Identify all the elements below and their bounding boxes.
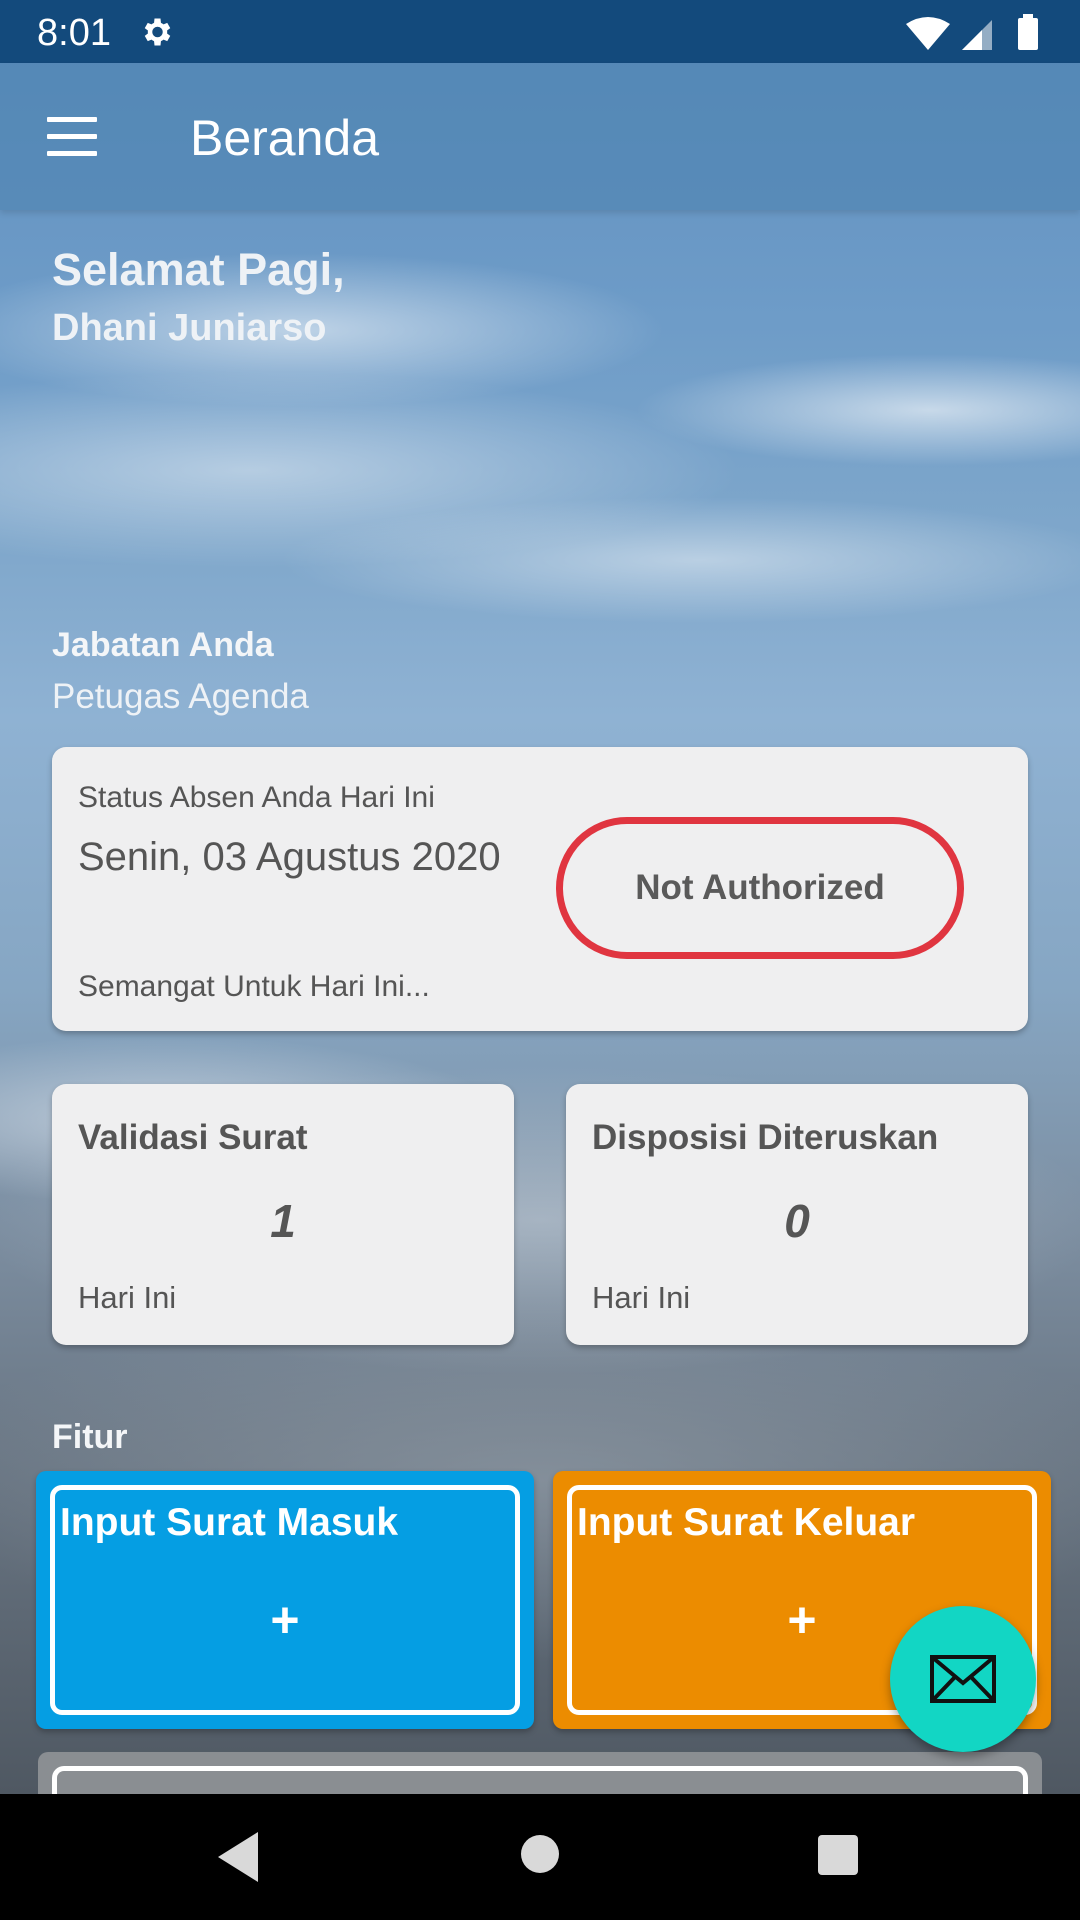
- attendance-card: Status Absen Anda Hari Ini Senin, 03 Agu…: [52, 747, 1028, 1031]
- position-value: Petugas Agenda: [52, 677, 309, 716]
- feature-title: Input Surat Masuk: [60, 1501, 399, 1544]
- back-icon[interactable]: [214, 1830, 260, 1884]
- feature-title: Input Surat Keluar: [577, 1501, 916, 1544]
- attendance-date: Senin, 03 Agustus 2020: [78, 835, 501, 879]
- plus-icon: +: [270, 1592, 300, 1648]
- system-nav-bar: [0, 1794, 1080, 1920]
- stat-subtitle: Hari Ini: [78, 1280, 177, 1315]
- gear-icon: [144, 18, 171, 46]
- app-toolbar: Beranda: [0, 63, 1080, 210]
- attendance-footer: Semangat Untuk Hari Ini...: [78, 970, 430, 1003]
- status-bar: 8:01: [0, 0, 1080, 63]
- stat-title: Disposisi Diteruskan: [592, 1118, 939, 1157]
- user-name: Dhani Juniarso: [52, 307, 327, 349]
- attendance-status-badge[interactable]: Not Authorized: [556, 817, 964, 959]
- stat-value: 0: [784, 1195, 810, 1247]
- stat-title: Validasi Surat: [78, 1118, 308, 1157]
- stat-card-validasi-surat[interactable]: Validasi Surat 1 Hari Ini: [52, 1084, 514, 1345]
- input-surat-masuk-button[interactable]: Input Surat Masuk +: [36, 1471, 534, 1729]
- compose-fab[interactable]: [890, 1606, 1036, 1752]
- mail-icon: [930, 1655, 996, 1703]
- greeting-text: Selamat Pagi,: [52, 244, 345, 295]
- home-icon[interactable]: [521, 1835, 559, 1873]
- wifi-icon: [906, 17, 950, 50]
- battery-icon: [1018, 14, 1038, 50]
- status-icons: [906, 14, 1038, 50]
- position-label: Jabatan Anda: [52, 626, 274, 664]
- attendance-status-text: Not Authorized: [635, 868, 885, 907]
- page-title: Beranda: [190, 110, 380, 166]
- attendance-title: Status Absen Anda Hari Ini: [78, 781, 435, 814]
- stat-card-disposisi-diteruskan[interactable]: Disposisi Diteruskan 0 Hari Ini: [566, 1084, 1028, 1345]
- signal-icon: [962, 20, 992, 50]
- stat-value: 1: [270, 1195, 296, 1247]
- status-time: 8:01: [37, 12, 111, 54]
- stat-subtitle: Hari Ini: [592, 1280, 691, 1315]
- recent-apps-icon[interactable]: [818, 1835, 858, 1875]
- menu-icon[interactable]: [47, 117, 99, 157]
- screen: 8:01 Beranda Selamat Pagi, Dhani Juniars…: [0, 0, 1080, 1920]
- features-section-label: Fitur: [52, 1418, 128, 1456]
